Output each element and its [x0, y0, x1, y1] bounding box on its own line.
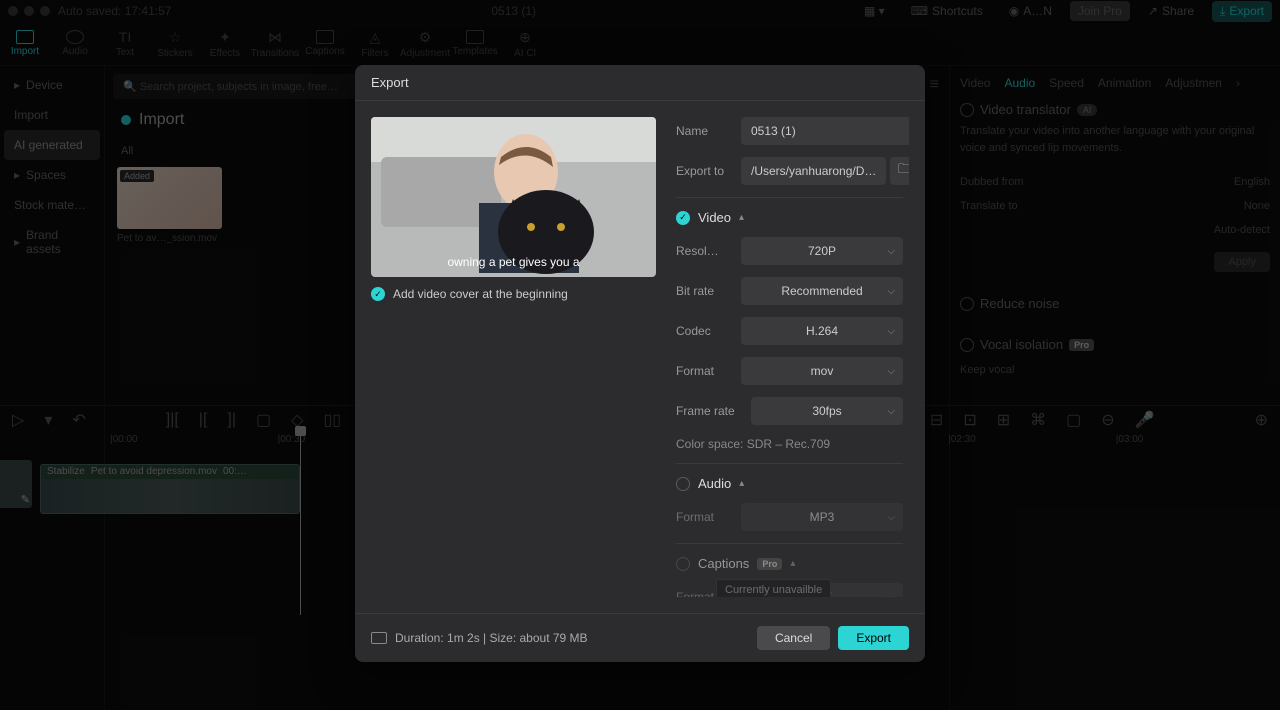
film-icon — [371, 632, 387, 644]
footer-info: Duration: 1m 2s | Size: about 79 MB — [395, 631, 588, 645]
browse-folder-button[interactable]: 🗀 — [890, 157, 909, 185]
framerate-select[interactable]: 30fps — [751, 397, 903, 425]
video-format-select[interactable]: mov — [741, 357, 903, 385]
unavailable-tooltip: Currently unavailble — [716, 579, 831, 597]
export-button[interactable]: Export — [838, 626, 909, 650]
pro-badge: Pro — [757, 558, 782, 570]
video-preview: owning a pet gives you a — [371, 117, 656, 277]
cancel-button[interactable]: Cancel — [757, 626, 830, 650]
name-label: Name — [676, 124, 731, 138]
video-section-label: Video — [698, 210, 731, 225]
export-dialog: Export — [355, 65, 925, 662]
preview-caption: owning a pet gives you a — [371, 255, 656, 269]
codec-select[interactable]: H.264 — [741, 317, 903, 345]
export-path[interactable]: /Users/yanhuarong/D… — [741, 157, 886, 185]
colorspace-label: Color space: SDR – Rec.709 — [676, 437, 903, 451]
modal-title: Export — [355, 65, 925, 101]
bitrate-select[interactable]: Recommended — [741, 277, 903, 305]
captions-section-label: Captions — [698, 556, 749, 571]
audio-section-toggle[interactable] — [676, 477, 690, 491]
video-section-toggle[interactable]: ✓ — [676, 211, 690, 225]
add-cover-label: Add video cover at the beginning — [393, 287, 568, 301]
export-to-label: Export to — [676, 164, 731, 178]
preview-illustration — [371, 117, 656, 277]
modal-backdrop: Export — [0, 0, 1280, 710]
captions-section-toggle[interactable] — [676, 557, 690, 571]
resolution-select[interactable]: 720P — [741, 237, 903, 265]
audio-format-select[interactable]: MP3 — [741, 503, 903, 531]
audio-section-label: Audio — [698, 476, 731, 491]
name-input[interactable] — [741, 117, 909, 145]
add-cover-checkbox[interactable]: ✓ — [371, 287, 385, 301]
